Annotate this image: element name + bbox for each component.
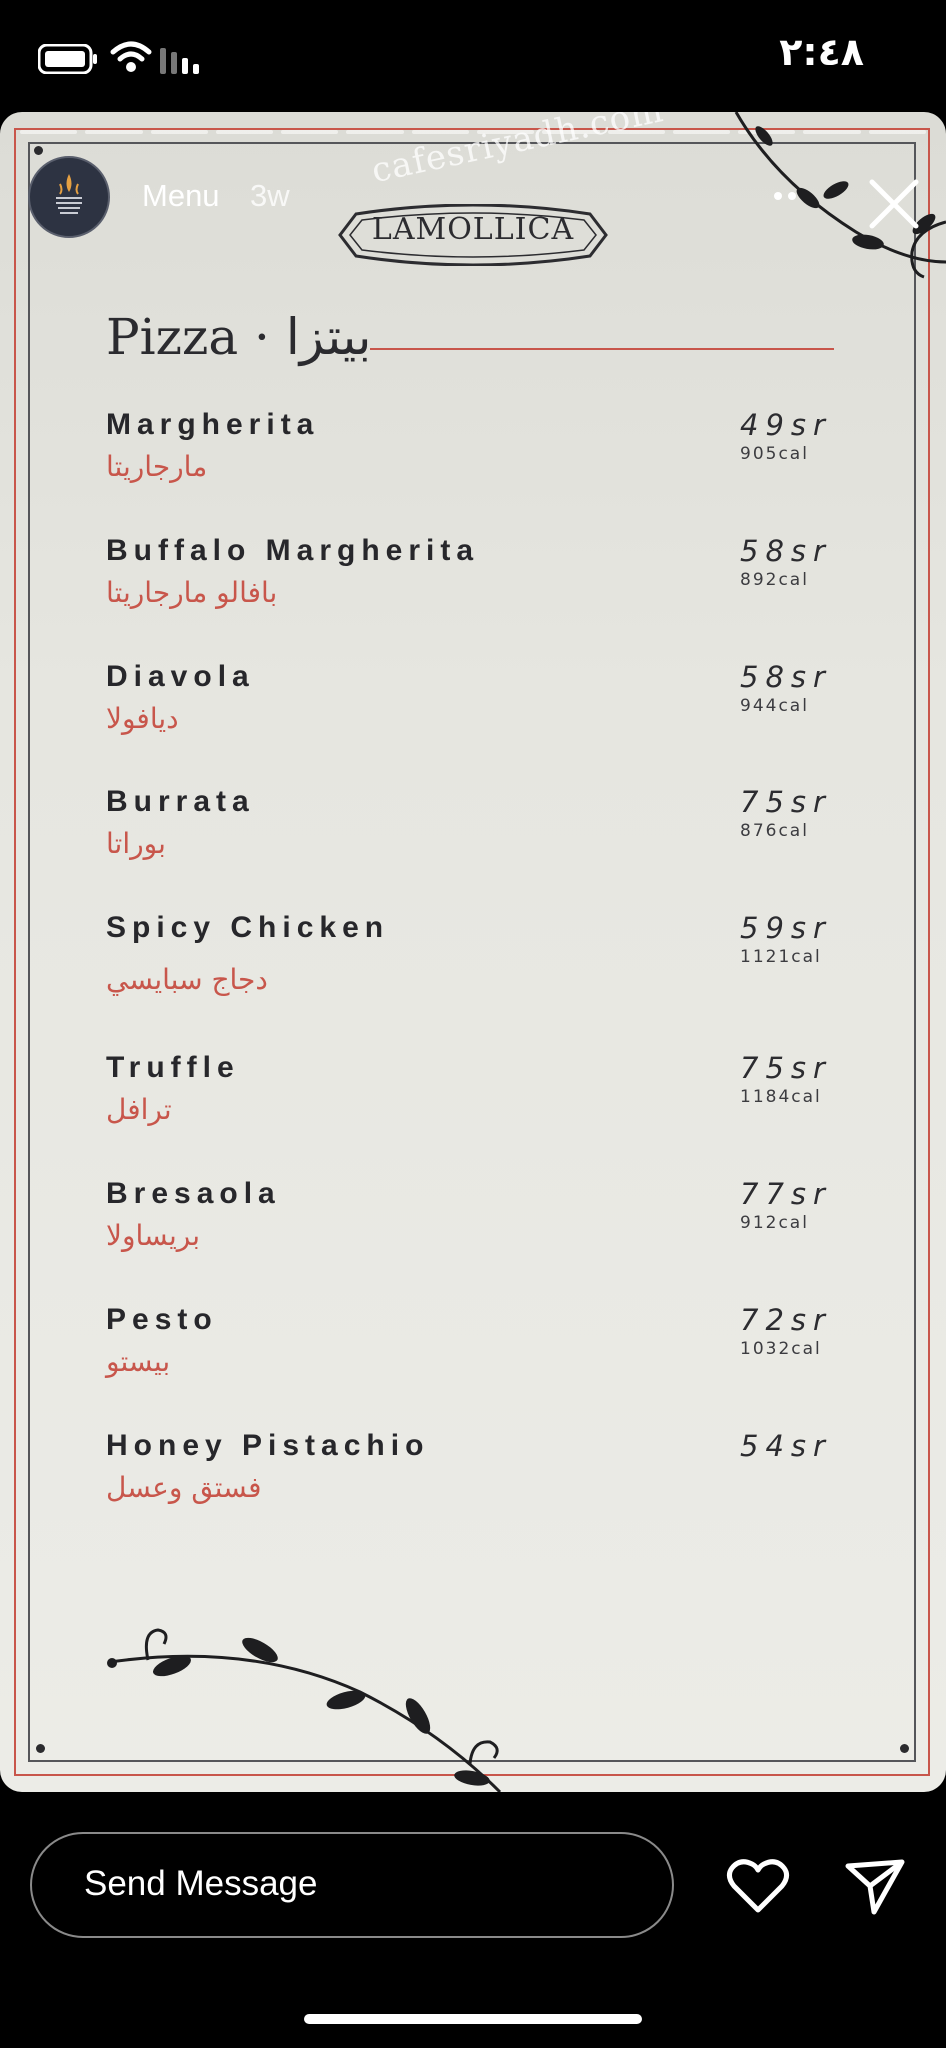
- item-price: 49sr: [740, 408, 832, 442]
- item-arabic-name: بريساولا: [106, 1219, 201, 1252]
- menu-item: Honey Pistachio فستق وعسل 54sr: [106, 1429, 836, 1504]
- send-message-placeholder: Send Message: [84, 1864, 318, 1903]
- item-name: Buffalo Margherita: [106, 534, 480, 567]
- item-arabic-name: فستق وعسل: [106, 1471, 262, 1504]
- progress-segment: [215, 130, 274, 134]
- item-name: Diavola: [106, 660, 255, 693]
- menu-item: Margherita مارجاريتا 49sr 905cal: [106, 408, 836, 483]
- item-calories: 1184cal: [740, 1087, 822, 1107]
- item-name: Truffle: [106, 1051, 240, 1084]
- item-calories: 1032cal: [740, 1339, 822, 1359]
- item-price: 58sr: [740, 660, 832, 694]
- send-icon[interactable]: [844, 1858, 906, 1916]
- item-name: Spicy Chicken: [106, 911, 390, 944]
- status-time: ٢:٤٨: [779, 30, 864, 74]
- story-username[interactable]: Menu: [142, 178, 220, 214]
- heart-icon[interactable]: [726, 1858, 790, 1914]
- item-name: Honey Pistachio: [106, 1429, 430, 1462]
- menu-item: Burrata بوراتا 75sr 876cal: [106, 785, 836, 860]
- menu-item: Bresaola بريساولا 77sr 912cal: [106, 1177, 836, 1252]
- story-card[interactable]: cafesriyadh.com Menu 3w LAMOLLICA Pizza …: [0, 112, 946, 1792]
- item-calories: 876cal: [740, 821, 809, 841]
- brand-logo-icon: [56, 174, 82, 214]
- item-arabic-name: بيستو: [106, 1345, 171, 1378]
- item-price: 75sr: [740, 1051, 832, 1085]
- status-bar: ٢:٤٨: [0, 0, 946, 110]
- battery-icon: [38, 44, 97, 74]
- home-indicator[interactable]: [304, 2014, 642, 2024]
- item-arabic-name: دجاج سبايسي: [106, 963, 268, 996]
- menu-item: Truffle ترافل 75sr 1184cal: [106, 1051, 836, 1126]
- menu-item: Buffalo Margherita بافالو مارجاريتا 58sr…: [106, 534, 836, 609]
- story-avatar[interactable]: [28, 156, 110, 238]
- item-price: 72sr: [740, 1303, 832, 1337]
- item-calories: 905cal: [740, 444, 809, 464]
- signal-icon: [160, 48, 199, 74]
- item-arabic-name: بافالو مارجاريتا: [106, 576, 278, 609]
- item-arabic-name: ترافل: [106, 1093, 172, 1126]
- item-price: 58sr: [740, 534, 832, 568]
- item-name: Burrata: [106, 785, 255, 818]
- menu-item: Diavola ديافولا 58sr 944cal: [106, 660, 836, 735]
- item-price: 54sr: [740, 1429, 832, 1463]
- item-calories: 912cal: [740, 1213, 809, 1233]
- progress-segment: [85, 130, 143, 134]
- menu-item: Spicy Chicken دجاج سبايسي 59sr 1121cal: [106, 911, 836, 996]
- menu-item: Pesto بيستو 72sr 1032cal: [106, 1303, 836, 1378]
- item-arabic-name: مارجاريتا: [106, 450, 208, 483]
- item-price: 59sr: [740, 911, 832, 945]
- progress-segment: [20, 130, 78, 134]
- brand-name: LAMOLLICA: [371, 212, 575, 247]
- item-price: 75sr: [740, 785, 832, 819]
- story-timestamp: 3w: [250, 178, 290, 213]
- vine-decoration-bottom: [107, 1628, 502, 1792]
- section-title: Pizza · بيتزا: [106, 308, 372, 366]
- progress-segment: [281, 130, 339, 134]
- corner-dot: [34, 146, 43, 155]
- corner-dot: [900, 1744, 909, 1753]
- item-arabic-name: ديافولا: [106, 702, 179, 735]
- corner-dot: [36, 1744, 45, 1753]
- title-divider: [370, 348, 834, 350]
- item-calories: 1121cal: [740, 947, 822, 967]
- item-name: Pesto: [106, 1303, 218, 1336]
- item-calories: 944cal: [740, 696, 809, 716]
- close-icon[interactable]: [862, 172, 926, 236]
- item-name: Margherita: [106, 408, 320, 441]
- progress-segment: [346, 130, 404, 134]
- item-arabic-name: بوراتا: [106, 827, 166, 860]
- progress-segment: [150, 130, 208, 134]
- item-name: Bresaola: [106, 1177, 281, 1210]
- item-price: 77sr: [740, 1177, 832, 1211]
- item-calories: 892cal: [740, 570, 809, 590]
- wifi-icon: [110, 41, 152, 72]
